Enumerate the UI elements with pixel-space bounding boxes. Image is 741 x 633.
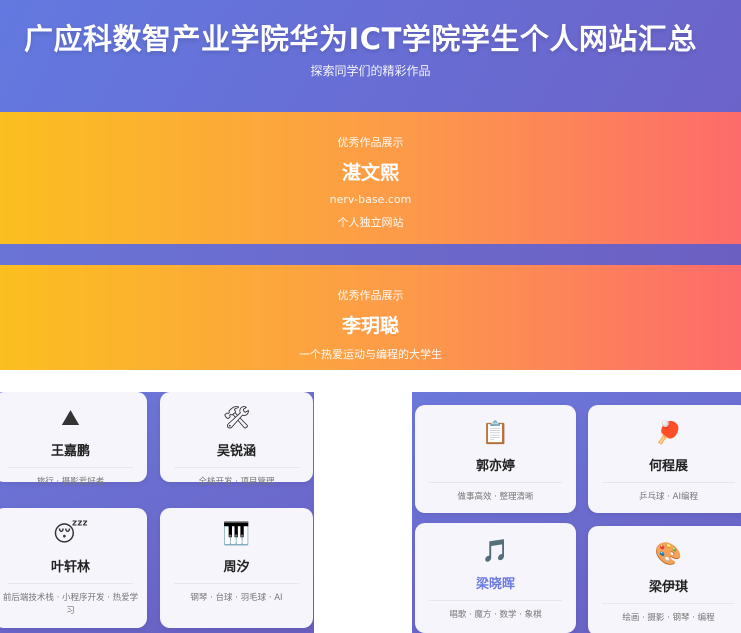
- featured-name: 湛文熙: [341, 162, 399, 184]
- student-name: 周汐: [223, 560, 250, 575]
- student-name: 梁伊琪: [648, 580, 688, 595]
- section-divider: [0, 244, 741, 265]
- student-name: 梁晓晖: [475, 577, 515, 592]
- featured-kicker: 优秀作品展示: [337, 136, 404, 149]
- student-card[interactable]: 🎹 周汐 钢琴 · 台球 · 羽毛球 · AI: [160, 508, 313, 628]
- card-divider: [8, 583, 133, 584]
- card-divider: [429, 600, 562, 601]
- student-card[interactable]: 📋 郭亦婷 做事高效 · 整理清晰: [415, 405, 576, 513]
- ping-pong-icon: 🏓: [654, 421, 683, 446]
- student-tags: 做事高效 · 整理清晰: [457, 492, 534, 502]
- student-tags: 前后端技术栈 · 小程序开发 · 热爱学习: [2, 593, 139, 616]
- student-tags: 钢琴 · 台球 · 羽毛球 · AI: [190, 593, 283, 603]
- sleepy-face-icon: 😴: [52, 522, 89, 547]
- music-notes-icon: 🎵: [481, 539, 510, 564]
- card-divider: [8, 467, 133, 468]
- featured-kicker: 优秀作品展示: [337, 289, 404, 302]
- student-card[interactable]: 🛠 吴锐涵 全栈开发 · 项目管理: [160, 392, 313, 487]
- card-divider: [602, 603, 735, 604]
- page-title: 广应科数智产业学院华为ICT学院学生个人网站汇总: [24, 22, 697, 56]
- student-name: 吴锐涵: [216, 444, 256, 459]
- student-grid-left: ⛰ 王嘉鹏 旅行 · 摄影爱好者 🛠 吴锐涵 全栈开发 · 项目管理 😴 叶轩林…: [0, 392, 314, 633]
- student-card[interactable]: 🎵 梁晓晖 唱歌 · 魔方 · 数学 · 象棋: [415, 523, 576, 633]
- card-divider: [429, 482, 562, 483]
- clipboard-icon: 📋: [481, 421, 510, 446]
- student-name: 何程展: [648, 459, 688, 474]
- student-card[interactable]: 🏓 何程展 乒乓球 · AI编程: [588, 405, 741, 513]
- hero-header: 广应科数智产业学院华为ICT学院学生个人网站汇总 探索同学们的精彩作品: [0, 0, 741, 112]
- student-tags: 绘画 · 摄影 · 钢琴 · 编程: [622, 613, 715, 623]
- featured-desc: 个人独立网站: [337, 216, 404, 229]
- student-name: 郭亦婷: [475, 459, 515, 474]
- mountain-icon: ⛰: [61, 406, 80, 431]
- featured-name: 李玥聪: [341, 315, 399, 337]
- student-grid-right: 📋 郭亦婷 做事高效 · 整理清晰 🏓 何程展 乒乓球 · AI编程 🎵 梁晓晖…: [412, 392, 741, 633]
- student-card[interactable]: ⛰ 王嘉鹏 旅行 · 摄影爱好者: [0, 392, 147, 487]
- card-divider: [602, 482, 735, 483]
- student-name: 叶轩林: [50, 560, 90, 575]
- student-tags: 唱歌 · 魔方 · 数学 · 象棋: [449, 610, 542, 620]
- piano-icon: 🎹: [222, 522, 251, 547]
- featured-link[interactable]: nerv-base.com: [0, 193, 741, 206]
- featured-card-2[interactable]: 优秀作品展示 李玥聪 一个热爱运动与编程的大学生: [0, 265, 741, 370]
- featured-desc: 一个热爱运动与编程的大学生: [299, 348, 442, 361]
- student-card[interactable]: 🎨 梁伊琪 绘画 · 摄影 · 钢琴 · 编程: [588, 526, 741, 633]
- student-tags: 乒乓球 · AI编程: [639, 492, 698, 502]
- card-divider: [174, 583, 299, 584]
- card-divider: [174, 467, 299, 468]
- featured-card-1[interactable]: 优秀作品展示 湛文熙 nerv-base.com 个人独立网站: [0, 112, 741, 244]
- student-name: 王嘉鹏: [50, 444, 90, 459]
- student-card[interactable]: 😴 叶轩林 前后端技术栈 · 小程序开发 · 热爱学习: [0, 508, 147, 628]
- student-tags: 全栈开发 · 项目管理: [198, 477, 275, 487]
- palette-icon: 🎨: [654, 542, 683, 567]
- student-tags: 旅行 · 摄影爱好者: [36, 477, 105, 487]
- page-subtitle: 探索同学们的精彩作品: [310, 64, 431, 78]
- tools-icon: 🛠: [222, 406, 251, 431]
